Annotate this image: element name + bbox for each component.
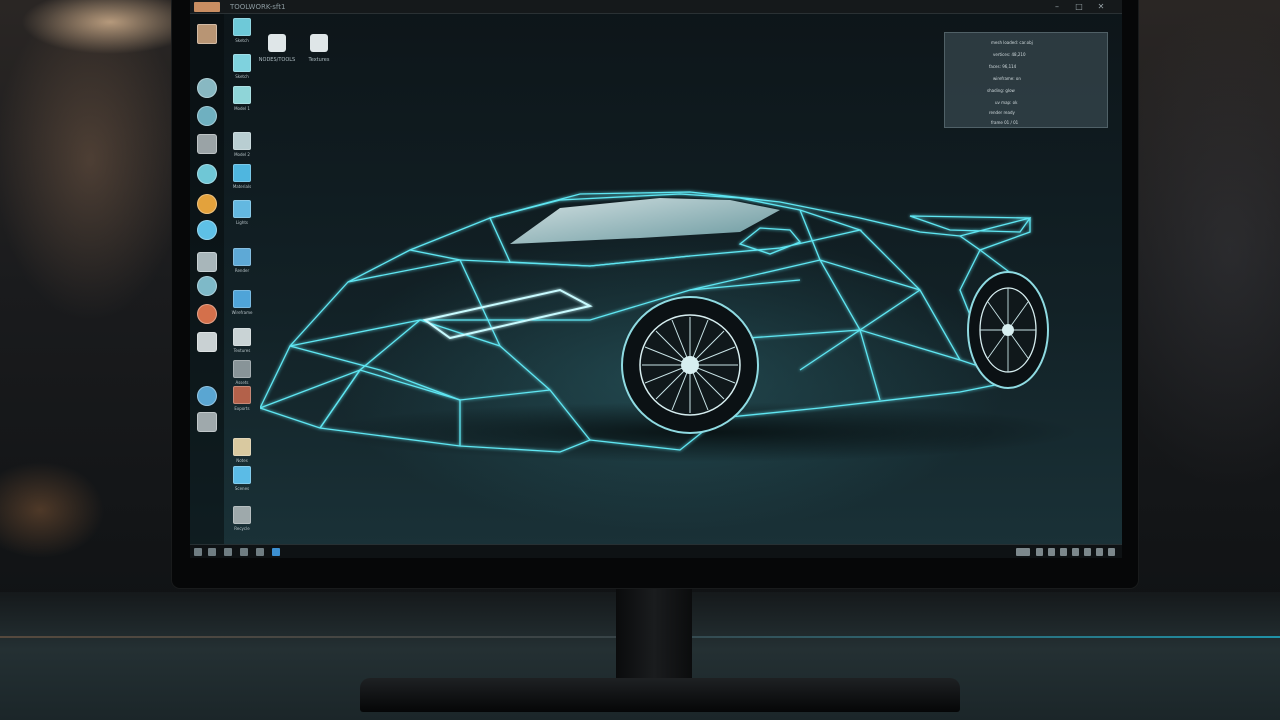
maximize-button[interactable]: □ [1074, 2, 1084, 12]
file-label: Model 2 [234, 152, 250, 157]
file-label: Recycle [234, 526, 250, 531]
browser-icon[interactable] [256, 548, 264, 556]
mail-icon[interactable] [197, 194, 217, 214]
file-icon[interactable] [233, 164, 251, 182]
intake-line [799, 328, 881, 401]
file-icon[interactable] [233, 290, 251, 308]
file-icon[interactable] [233, 360, 251, 378]
file-label: Lights [235, 220, 249, 225]
windows-icon[interactable] [272, 548, 280, 556]
log-line: uv map: ok [995, 100, 1018, 105]
settings-icon[interactable] [197, 106, 217, 126]
file-label: Sketch [235, 74, 249, 79]
file-icon[interactable] [233, 328, 251, 346]
file-label: Model 1 [234, 106, 250, 111]
start-icon[interactable] [194, 548, 202, 556]
network-icon[interactable] [1036, 548, 1043, 556]
wifi-icon[interactable] [1072, 548, 1079, 556]
pen-icon[interactable] [197, 332, 217, 352]
bumper-line [260, 369, 551, 409]
log-panel[interactable]: mesh loaded: car.obj vertices: 48,210 fa… [944, 32, 1108, 128]
file-label: Textures [233, 348, 251, 353]
file-label: Wireframe [231, 310, 253, 315]
clock-icon[interactable] [1084, 548, 1091, 556]
file-icon[interactable] [233, 54, 251, 72]
log-line: render ready [989, 110, 1015, 115]
headlight [422, 288, 593, 340]
left-dock [190, 14, 224, 544]
file-label: Materials [232, 184, 252, 189]
toolbar-item-label: Textures [308, 57, 330, 63]
log-line: vertices: 48,210 [993, 52, 1026, 57]
volume-icon[interactable] [1048, 548, 1055, 556]
battery-icon[interactable] [1060, 548, 1067, 556]
log-line: mesh loaded: car.obj [991, 40, 1033, 45]
network-icon[interactable] [197, 220, 217, 240]
files-icon[interactable] [224, 548, 232, 556]
windshield [510, 198, 780, 244]
monitor-base [360, 678, 960, 712]
terminal-icon[interactable] [240, 548, 248, 556]
notification-icon[interactable] [1016, 548, 1030, 556]
log-line: wireframe: on [993, 76, 1021, 81]
recycle-icon[interactable] [233, 506, 251, 524]
rear-spoiler [909, 215, 1032, 233]
monitor-stand [616, 584, 692, 684]
browser-icon[interactable] [197, 252, 217, 272]
search-icon[interactable] [208, 548, 216, 556]
panel-line [319, 369, 361, 429]
globe-icon[interactable] [197, 78, 217, 98]
hood-crease [347, 255, 691, 283]
app-logo-icon[interactable] [194, 2, 220, 12]
log-line: shading: glow [987, 88, 1015, 93]
front-wheel [621, 296, 759, 434]
nodes-tool-icon [268, 34, 286, 52]
toolbar-item-textures[interactable]: Textures [294, 34, 344, 68]
shoulder-line [689, 259, 921, 291]
file-label: Scenes [234, 486, 250, 491]
window-title: TOOLWORK-sft1 [230, 3, 286, 11]
folder-icon[interactable] [197, 134, 217, 154]
file-icon[interactable] [233, 200, 251, 218]
firefox-icon[interactable] [197, 164, 217, 184]
textures-tool-icon [310, 34, 328, 52]
layers-icon[interactable] [197, 304, 217, 324]
file-label: Notes [236, 458, 248, 463]
file-icon[interactable] [233, 386, 251, 404]
globe-icon-2[interactable] [197, 386, 217, 406]
log-line: frame 01 / 01 [991, 120, 1019, 125]
file-icon[interactable] [233, 132, 251, 150]
file-icon[interactable] [233, 18, 251, 36]
log-line: faces: 96,114 [989, 64, 1017, 69]
title-bar: TOOLWORK-sft1 – □ ✕ [190, 0, 1122, 14]
side-mirror [738, 227, 802, 255]
file-icon[interactable] [233, 466, 251, 484]
file-label: Render [234, 268, 250, 273]
chat-icon[interactable] [1108, 548, 1115, 556]
close-button[interactable]: ✕ [1096, 2, 1106, 12]
file-icon[interactable] [233, 248, 251, 266]
tool-icon[interactable] [197, 412, 217, 432]
screen: TOOLWORK-sft1 – □ ✕ Sketch Sketch Model … [190, 0, 1122, 558]
file-icon[interactable] [233, 438, 251, 456]
taskbar [190, 544, 1122, 558]
side-crease [799, 209, 961, 361]
calendar-icon[interactable] [1096, 548, 1103, 556]
chrome-icon[interactable] [197, 24, 217, 44]
minimize-button[interactable]: – [1052, 2, 1062, 12]
rear-wheel [967, 271, 1049, 389]
car-wireframe-viewport[interactable] [260, 170, 1120, 470]
file-list: Sketch Sketch Model 1 Model 2 Materials … [226, 14, 258, 544]
media-icon[interactable] [197, 276, 217, 296]
file-label: Exports [234, 406, 250, 411]
file-icon[interactable] [233, 86, 251, 104]
